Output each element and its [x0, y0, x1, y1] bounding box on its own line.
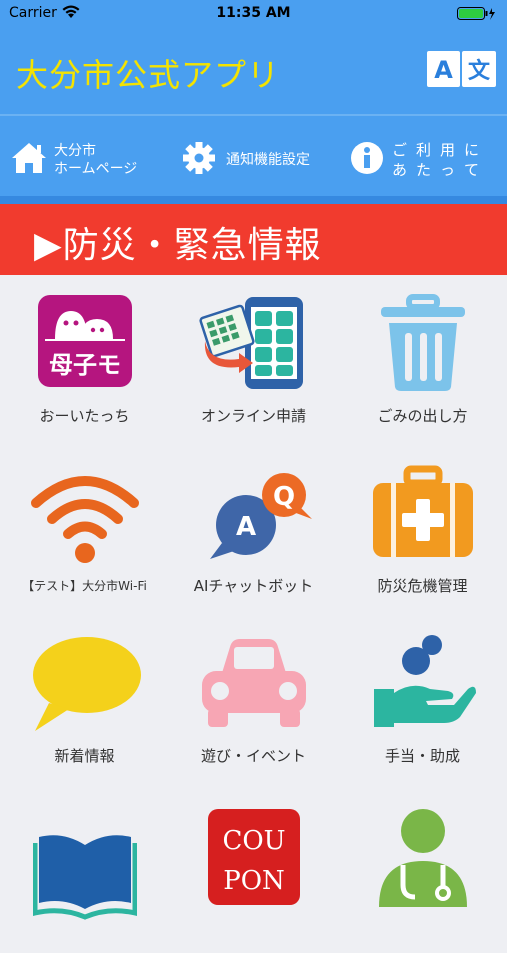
- notification-settings-label: 通知機能設定: [226, 152, 310, 168]
- info-icon: [350, 141, 384, 179]
- chatbot-q-letter: Q: [272, 482, 294, 512]
- menu-item-events[interactable]: 遊び・イベント: [169, 615, 338, 783]
- menu-label: ごみの出し方: [377, 407, 468, 425]
- menu-item-ai-chatbot[interactable]: A Q AIチャットボット: [169, 445, 338, 613]
- trash-icon: [338, 293, 507, 393]
- about-char: た: [416, 161, 432, 179]
- shortcut-bar: 大分市 ホームページ 通知機能設定 ご 利 用 に あ た っ て: [0, 114, 507, 204]
- online-application-icon: [169, 293, 338, 393]
- homepage-label-line1: 大分市: [54, 143, 96, 159]
- emergency-info-button[interactable]: ▶防災・緊急情報: [0, 204, 507, 275]
- menu-label: おーいたっち: [39, 407, 130, 425]
- menu-label: オンライン申請: [200, 407, 306, 425]
- about-char: ご: [392, 141, 408, 159]
- first-aid-kit-icon: [338, 463, 507, 563]
- about-char: に: [464, 141, 480, 159]
- menu-item-disaster-management[interactable]: 防災危機管理: [338, 445, 507, 613]
- app-header: 大分市公式アプリ A 文: [0, 28, 507, 114]
- coupon-text-bottom: PON: [223, 866, 285, 896]
- hand-support-icon: [338, 633, 507, 733]
- translate-letter-kanji: 文: [468, 58, 491, 84]
- chatbot-a-letter: A: [235, 512, 255, 542]
- about-app-label: ご 利 用 に あ た っ て: [392, 140, 488, 180]
- menu-item-library[interactable]: [0, 785, 169, 953]
- menu-item-garbage-guide[interactable]: ごみの出し方: [338, 275, 507, 443]
- menu-label: AIチャットボット: [193, 577, 314, 595]
- menu-item-allowances[interactable]: 手当・助成: [338, 615, 507, 783]
- about-char: っ: [440, 161, 456, 179]
- chatbot-qa-icon: A Q: [169, 463, 338, 563]
- coupon-icon: COU PON: [169, 807, 338, 907]
- wifi-icon: [0, 463, 169, 563]
- about-app-link[interactable]: ご 利 用 に あ た っ て: [350, 116, 488, 204]
- home-icon: [10, 141, 48, 179]
- app-title: 大分市公式アプリ: [16, 56, 281, 94]
- doctor-icon: [338, 807, 507, 907]
- menu-label: 【テスト】大分市Wi-Fi: [22, 579, 147, 593]
- ouitatchi-app-icon: 母子モ: [0, 293, 169, 393]
- status-bar: Carrier 11:35 AM: [0, 0, 507, 28]
- menu-grid: 母子モ おーいたっち オンライン申請 ごみの出し方 【テスト】大分市Wi-Fi …: [0, 275, 507, 920]
- coupon-text-top: COU: [222, 826, 285, 856]
- menu-label: 新着情報: [54, 747, 115, 765]
- gear-icon: [182, 141, 216, 179]
- about-char: 利: [416, 141, 432, 159]
- menu-item-online-application[interactable]: オンライン申請: [169, 275, 338, 443]
- car-icon: [169, 633, 338, 733]
- menu-item-medical[interactable]: [338, 785, 507, 953]
- speech-bubble-icon: [0, 633, 169, 733]
- clock: 11:35 AM: [216, 5, 291, 21]
- menu-item-ouitatchi[interactable]: 母子モ おーいたっち: [0, 275, 169, 443]
- translate-letter-a: A: [434, 56, 453, 84]
- ouitatchi-badge-text: 母子モ: [49, 351, 121, 379]
- menu-item-news[interactable]: 新着情報: [0, 615, 169, 783]
- about-char: て: [464, 161, 480, 179]
- battery-icon: [457, 7, 497, 25]
- menu-label: 防災危機管理: [377, 577, 468, 595]
- menu-item-coupon[interactable]: COU PON: [169, 785, 338, 953]
- about-char: 用: [440, 141, 456, 159]
- header-divider: [0, 196, 507, 204]
- emergency-info-label: ▶防災・緊急情報: [34, 225, 322, 266]
- translate-button[interactable]: A 文: [427, 51, 496, 87]
- menu-item-wifi[interactable]: 【テスト】大分市Wi-Fi: [0, 445, 169, 613]
- homepage-label-line2: ホームページ: [54, 161, 138, 177]
- book-icon: [0, 823, 169, 923]
- menu-label: 遊び・イベント: [200, 747, 306, 765]
- homepage-link[interactable]: 大分市 ホームページ: [10, 116, 137, 204]
- about-char: あ: [392, 161, 408, 179]
- menu-label: 手当・助成: [384, 747, 460, 765]
- notification-settings-link[interactable]: 通知機能設定: [182, 116, 310, 204]
